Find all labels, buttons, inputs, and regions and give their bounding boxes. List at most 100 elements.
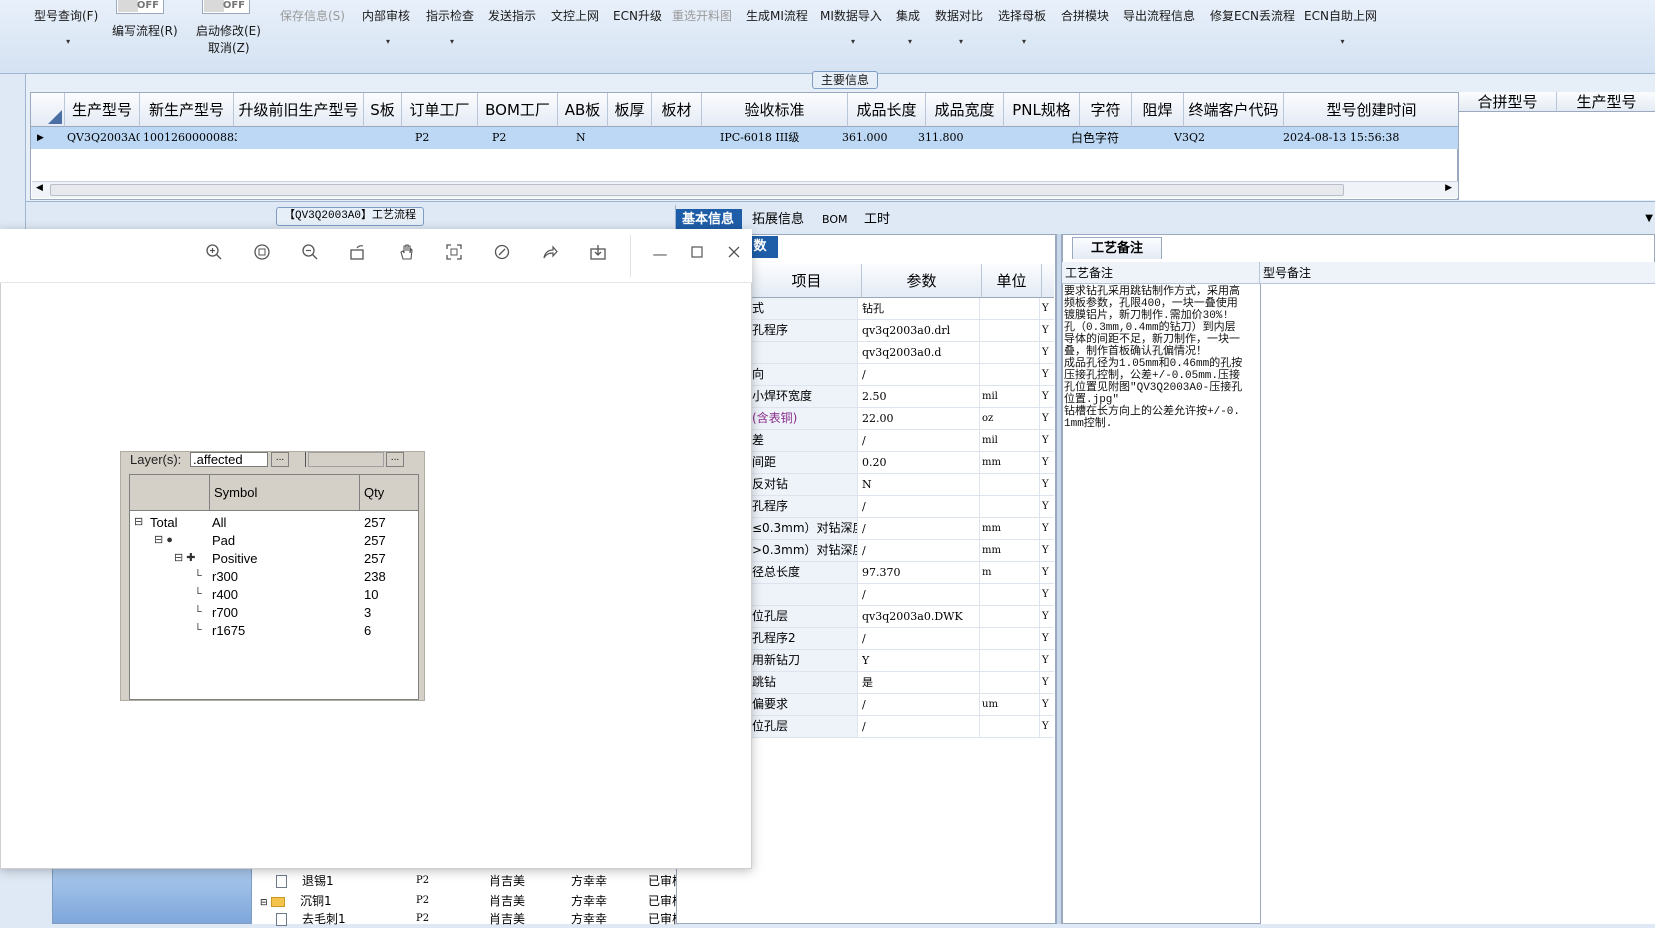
cell-parameter[interactable]: 是 <box>862 672 980 693</box>
cell-parameter[interactable]: / <box>862 628 980 649</box>
cell-legend[interactable]: 白色字符 <box>1071 127 1131 149</box>
write-flow-button[interactable]: 编写流程(R) <box>112 22 178 39</box>
tab-extended-info[interactable]: 拓展信息 <box>746 209 810 231</box>
cell-parameter[interactable]: / <box>862 584 980 605</box>
col-width[interactable]: 成品宽度 <box>926 93 1004 127</box>
col-acceptance-std[interactable]: 验收标准 <box>702 93 848 127</box>
cell-acceptance-std[interactable]: IPC-6018 III级 <box>720 127 848 149</box>
cell-order-plant[interactable]: P2 <box>415 127 475 149</box>
generate-mi-button[interactable]: 生成MI流程 <box>746 7 808 24</box>
scrollbar-thumb[interactable] <box>50 184 1344 196</box>
tab-bom[interactable]: BOM <box>816 209 854 231</box>
mi-import-button[interactable]: MI数据导入 ▾ <box>820 7 882 46</box>
rotate-icon[interactable] <box>347 243 369 265</box>
col-side-production-model[interactable]: 生产型号 <box>1557 92 1655 112</box>
save-info-button[interactable]: 保存信息(S) <box>280 7 345 24</box>
cell-parameter[interactable]: 97.370 <box>862 562 980 583</box>
tab-labor-hours[interactable]: 工时 <box>858 209 896 231</box>
cell-old-production-model[interactable] <box>234 127 364 149</box>
cell-new-production-model[interactable]: 10012600000883 <box>143 127 237 149</box>
doc-online-button[interactable]: 文控上网 <box>551 7 599 24</box>
start-edit-button[interactable]: 启动修改(E) <box>196 22 261 39</box>
horizontal-scrollbar[interactable]: ◀ ▶ <box>32 181 1458 198</box>
cell-parameter[interactable]: Y <box>862 650 980 671</box>
instruction-check-button[interactable]: 指示检查 ▾ <box>426 7 474 46</box>
col-material[interactable]: 板材 <box>652 93 702 127</box>
export-flow-button[interactable]: 导出流程信息 <box>1123 7 1195 24</box>
cell-thickness[interactable] <box>608 127 652 149</box>
col-length[interactable]: 成品长度 <box>848 93 926 127</box>
col-bom-plant[interactable]: BOM工厂 <box>478 93 558 127</box>
write-flow-toggle[interactable]: OFF <box>116 0 164 14</box>
fit-icon[interactable] <box>251 243 273 265</box>
send-instruction-button[interactable]: 发送指示 <box>488 7 536 24</box>
edit-icon[interactable] <box>491 243 513 265</box>
notes-tab[interactable]: 工艺备注 <box>1072 237 1162 259</box>
cell-ab-board[interactable]: N <box>576 127 606 149</box>
cell-parameter[interactable]: N <box>862 474 980 495</box>
zoom-in-icon[interactable] <box>203 243 225 265</box>
col-production-model[interactable]: 生产型号 <box>65 93 140 127</box>
scroll-left-icon[interactable]: ◀ <box>36 183 43 193</box>
cell-parameter[interactable]: / <box>862 430 980 451</box>
col-unit[interactable]: 单位 <box>982 264 1042 298</box>
cell-parameter[interactable]: / <box>862 364 980 385</box>
crop-icon[interactable] <box>443 243 465 265</box>
zoom-out-icon[interactable] <box>299 243 321 265</box>
col-customer-code[interactable]: 终端客户代码 <box>1184 93 1284 127</box>
cell-parameter[interactable]: / <box>862 694 980 715</box>
cancel-button[interactable]: 取消(Z) <box>208 39 250 56</box>
cell-parameter[interactable]: qv3q2003a0.d <box>862 342 980 363</box>
share-icon[interactable] <box>539 243 561 265</box>
cell-parameter[interactable]: 钻孔 <box>862 298 980 319</box>
data-compare-button[interactable]: 数据对比 ▾ <box>935 7 983 46</box>
process-notes-text[interactable]: 要求钻孔采用跳钻制作方式，采用高频板参数，孔限400，一块一叠使用镀膜铝片，新刀… <box>1064 286 1246 430</box>
col-item[interactable]: 项目 <box>752 264 862 298</box>
tree-row[interactable]: ⊟ 沉铜1 P2 肖吉美 方幸幸 已审核 <box>260 892 682 910</box>
cell-parameter[interactable]: qv3q2003a0.drl <box>862 320 980 341</box>
tree-row[interactable]: 去毛刺1 P2 肖吉美 方幸幸 已审核 <box>276 910 682 928</box>
cell-pnl-spec[interactable] <box>1004 127 1080 149</box>
cell-customer-code[interactable]: V3Q2 <box>1174 127 1274 149</box>
minimize-icon[interactable]: — <box>649 243 671 265</box>
col-s-board[interactable]: S板 <box>364 93 402 127</box>
integrate-button[interactable]: 集成 ▾ <box>896 7 920 46</box>
cell-parameter[interactable]: qv3q2003a0.DWK <box>862 606 980 627</box>
model-notes-area[interactable] <box>1260 284 1655 924</box>
cell-material[interactable] <box>652 127 702 149</box>
maximize-icon[interactable] <box>686 243 708 265</box>
col-parameter[interactable]: 参数 <box>862 264 982 298</box>
cell-parameter[interactable]: / <box>862 540 980 561</box>
col-thickness[interactable]: 板厚 <box>608 93 652 127</box>
merge-module-button[interactable]: 合拼模块 <box>1061 7 1109 24</box>
process-flow-tab[interactable]: 【QV3Q2003A0】工艺流程 <box>276 207 424 226</box>
cell-production-model[interactable]: QV3Q2003A0 <box>65 127 140 149</box>
start-edit-toggle[interactable]: OFF <box>202 0 250 14</box>
cell-parameter[interactable]: / <box>862 716 980 737</box>
cell-s-board[interactable] <box>364 127 402 149</box>
col-create-time[interactable]: 型号创建时间 <box>1284 93 1459 127</box>
tree-row[interactable]: 退锡1 P2 肖吉美 方幸幸 已审核 <box>276 872 682 890</box>
cell-create-time[interactable]: 2024-08-13 15:56:38 <box>1283 127 1458 149</box>
cell-parameter[interactable]: 22.00 <box>862 408 980 429</box>
tabs-dropdown-icon[interactable]: ▼ <box>1645 213 1653 224</box>
cell-bom-plant[interactable]: P2 <box>492 127 552 149</box>
repair-ecn-flow-button[interactable]: 修复ECN丢流程 <box>1210 7 1295 24</box>
pan-icon[interactable] <box>395 243 417 265</box>
scroll-right-icon[interactable]: ▶ <box>1445 183 1452 193</box>
col-solder-mask[interactable]: 阻焊 <box>1132 93 1184 127</box>
close-icon[interactable] <box>723 243 745 265</box>
save-icon[interactable] <box>587 243 609 265</box>
tab-basic-info[interactable]: 基本信息 <box>676 209 742 231</box>
col-new-production-model[interactable]: 新生产型号 <box>140 93 234 127</box>
query-model-button[interactable]: 型号查询(F) ▾ <box>34 7 98 46</box>
col-ab-board[interactable]: AB板 <box>558 93 608 127</box>
cell-parameter[interactable]: 0.20 <box>862 452 980 473</box>
col-old-production-model[interactable]: 升级前旧生产型号 <box>234 93 364 127</box>
ecn-upgrade-button[interactable]: ECN升级 <box>613 7 662 24</box>
col-order-plant[interactable]: 订单工厂 <box>402 93 478 127</box>
collapse-icon[interactable]: ⊟ <box>260 898 268 908</box>
col-merge-model[interactable]: 合拼型号 <box>1459 92 1557 112</box>
col-legend[interactable]: 字符 <box>1080 93 1132 127</box>
cell-parameter[interactable]: / <box>862 496 980 517</box>
